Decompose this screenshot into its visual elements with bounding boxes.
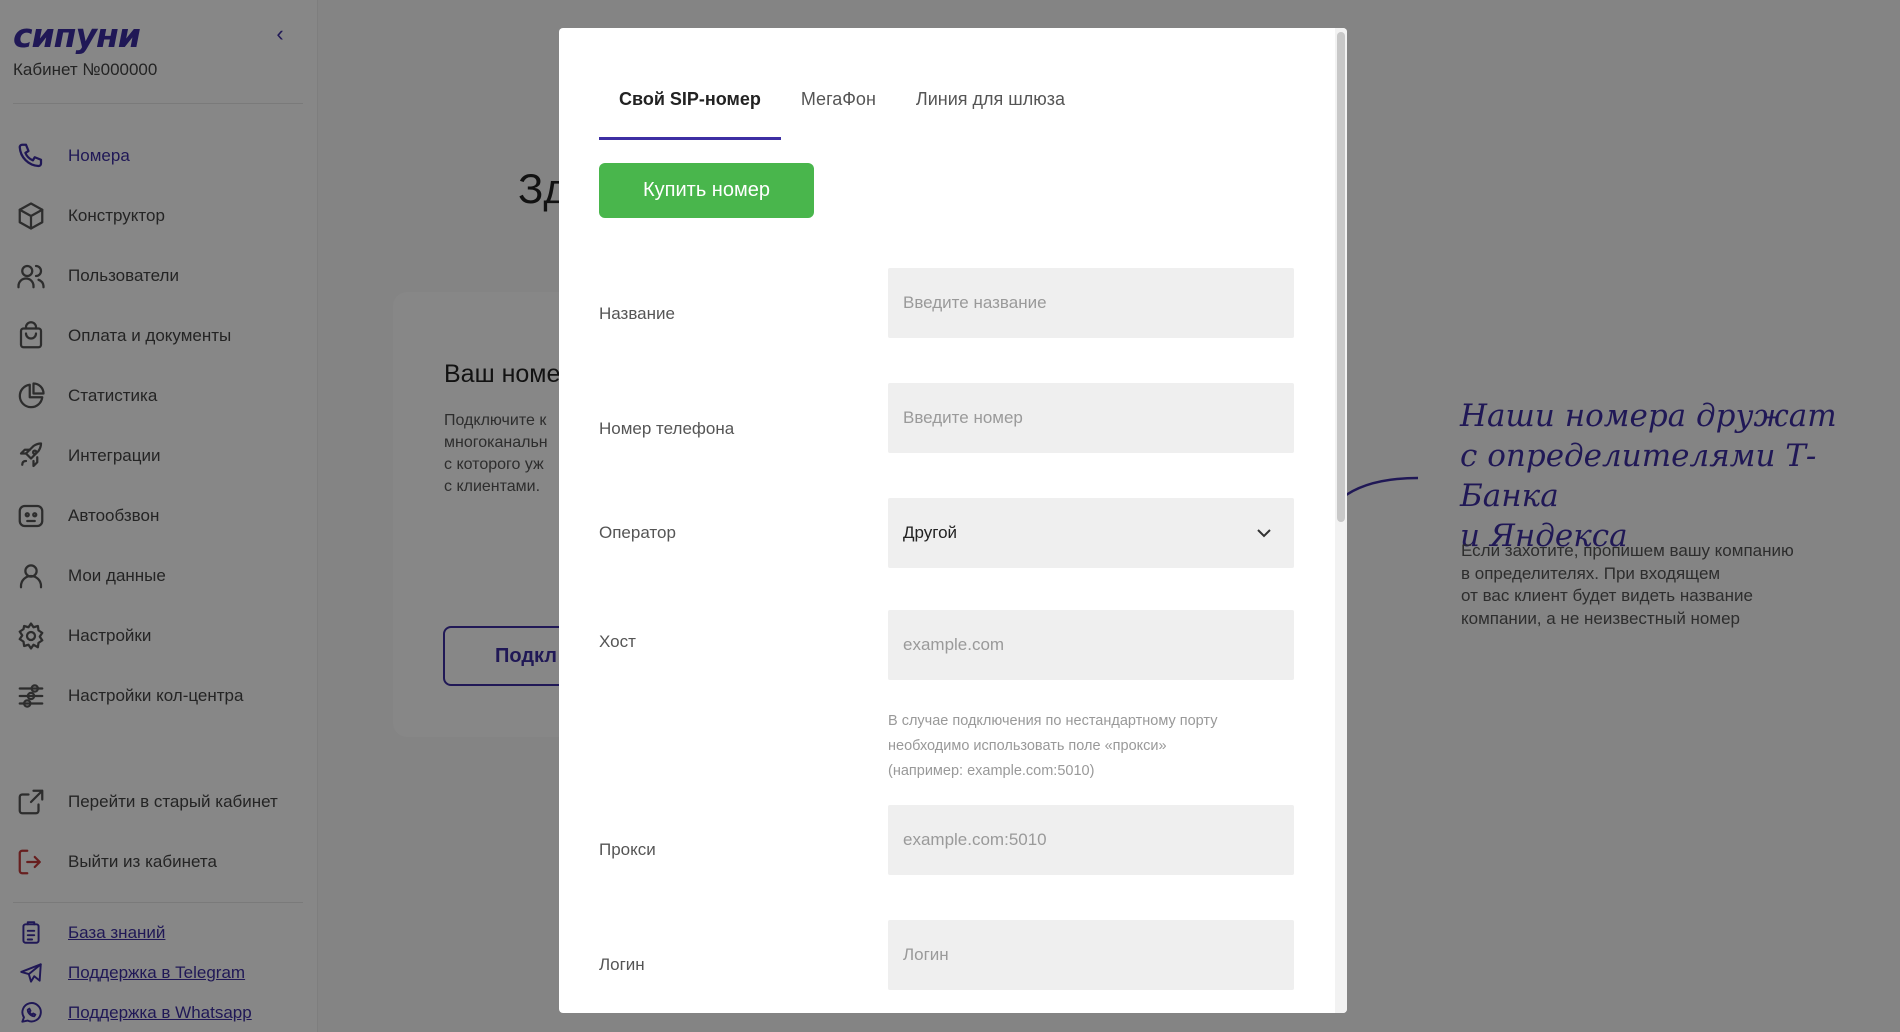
login-input[interactable]: Логин <box>888 920 1294 990</box>
operator-label: Оператор <box>599 523 676 542</box>
name-input[interactable]: Введите название <box>888 268 1294 338</box>
operator-select[interactable]: Другой <box>888 498 1294 568</box>
add-number-modal: Свой SIP-номер МегаФон Линия для шлюза К… <box>559 28 1347 1013</box>
chevron-down-icon <box>1257 529 1271 538</box>
tab-gateway-line[interactable]: Линия для шлюза <box>896 80 1085 140</box>
scrollbar-thumb[interactable] <box>1337 32 1345 522</box>
operator-value: Другой <box>903 523 958 542</box>
name-label: Название <box>599 304 675 323</box>
proxy-input[interactable]: example.com:5010 <box>888 805 1294 875</box>
tab-own-sip[interactable]: Свой SIP-номер <box>599 80 781 140</box>
buy-number-button[interactable]: Купить номер <box>599 163 814 218</box>
host-hint: В случае подключения по нестандартному п… <box>888 713 1218 779</box>
tab-megafon[interactable]: МегаФон <box>781 80 896 140</box>
phone-input[interactable]: Введите номер <box>888 383 1294 453</box>
login-label: Логин <box>599 955 645 974</box>
host-input[interactable]: example.com <box>888 610 1294 680</box>
phone-label: Номер телефона <box>599 419 735 438</box>
host-label: Хост <box>599 632 636 651</box>
modal-tabs: Свой SIP-номер МегаФон Линия для шлюза <box>599 80 1085 142</box>
modal-scrollbar[interactable] <box>1335 28 1347 1013</box>
proxy-label: Прокси <box>599 840 656 859</box>
